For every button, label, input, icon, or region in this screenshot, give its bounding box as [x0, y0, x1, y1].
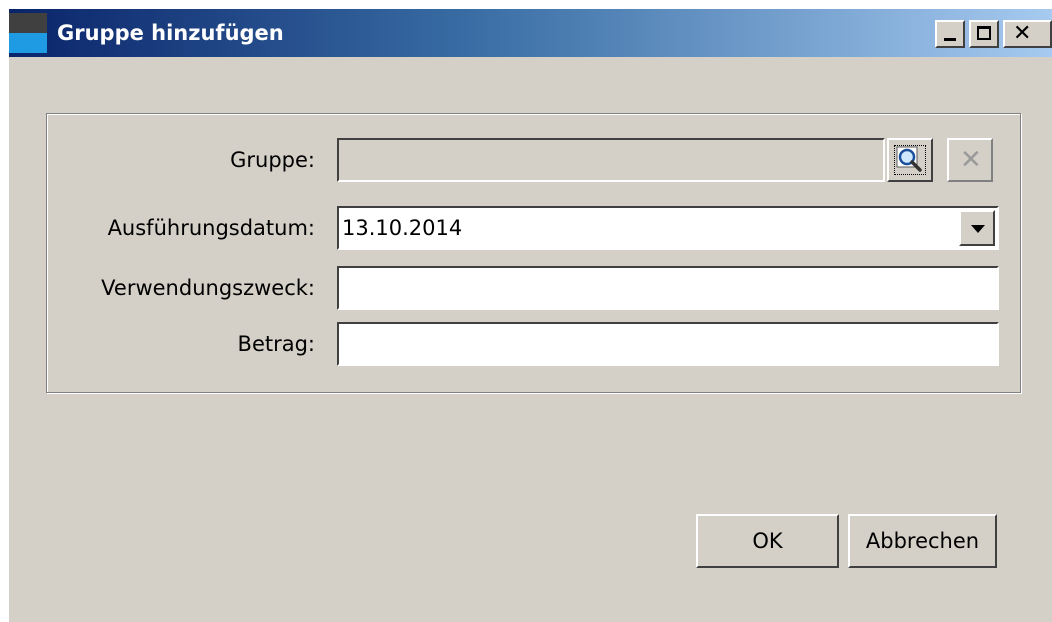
clear-x-icon: ✕ — [960, 145, 982, 175]
maximize-icon — [977, 26, 991, 40]
cancel-button[interactable]: Abbrechen — [848, 514, 997, 568]
maximize-button[interactable] — [969, 20, 999, 48]
title-bar[interactable]: Gruppe hinzufügen ✕ — [9, 9, 1052, 57]
minimize-button[interactable] — [935, 20, 965, 48]
form-panel: Gruppe: ✕ Ausführungsdatum: 13.10.2014 V… — [46, 113, 1021, 393]
close-icon: ✕ — [1013, 21, 1032, 46]
ausfuehrungsdatum-combobox[interactable]: 13.10.2014 — [337, 206, 999, 250]
app-icon — [9, 13, 47, 53]
gruppe-search-button[interactable] — [887, 138, 933, 182]
gruppe-field — [337, 138, 885, 182]
chevron-down-icon — [971, 225, 985, 233]
betrag-label: Betrag: — [237, 332, 315, 356]
gruppe-label: Gruppe: — [230, 148, 315, 172]
dialog-window: Gruppe hinzufügen ✕ Gruppe: ✕ Ausführung… — [9, 9, 1052, 622]
close-button[interactable]: ✕ — [1003, 20, 1052, 48]
magnifier-icon — [896, 146, 922, 172]
ausfuehrungsdatum-dropdown-button[interactable] — [959, 210, 995, 246]
window-title: Gruppe hinzufügen — [57, 21, 284, 45]
verwendungszweck-input[interactable] — [337, 266, 999, 310]
ausfuehrungsdatum-label: Ausführungsdatum: — [107, 216, 315, 240]
ausfuehrungsdatum-value: 13.10.2014 — [342, 216, 463, 240]
betrag-input[interactable] — [337, 322, 999, 366]
ok-button[interactable]: OK — [696, 514, 839, 568]
verwendungszweck-label: Verwendungszweck: — [101, 276, 315, 300]
gruppe-clear-button[interactable]: ✕ — [947, 138, 993, 182]
minimize-icon — [944, 38, 956, 41]
